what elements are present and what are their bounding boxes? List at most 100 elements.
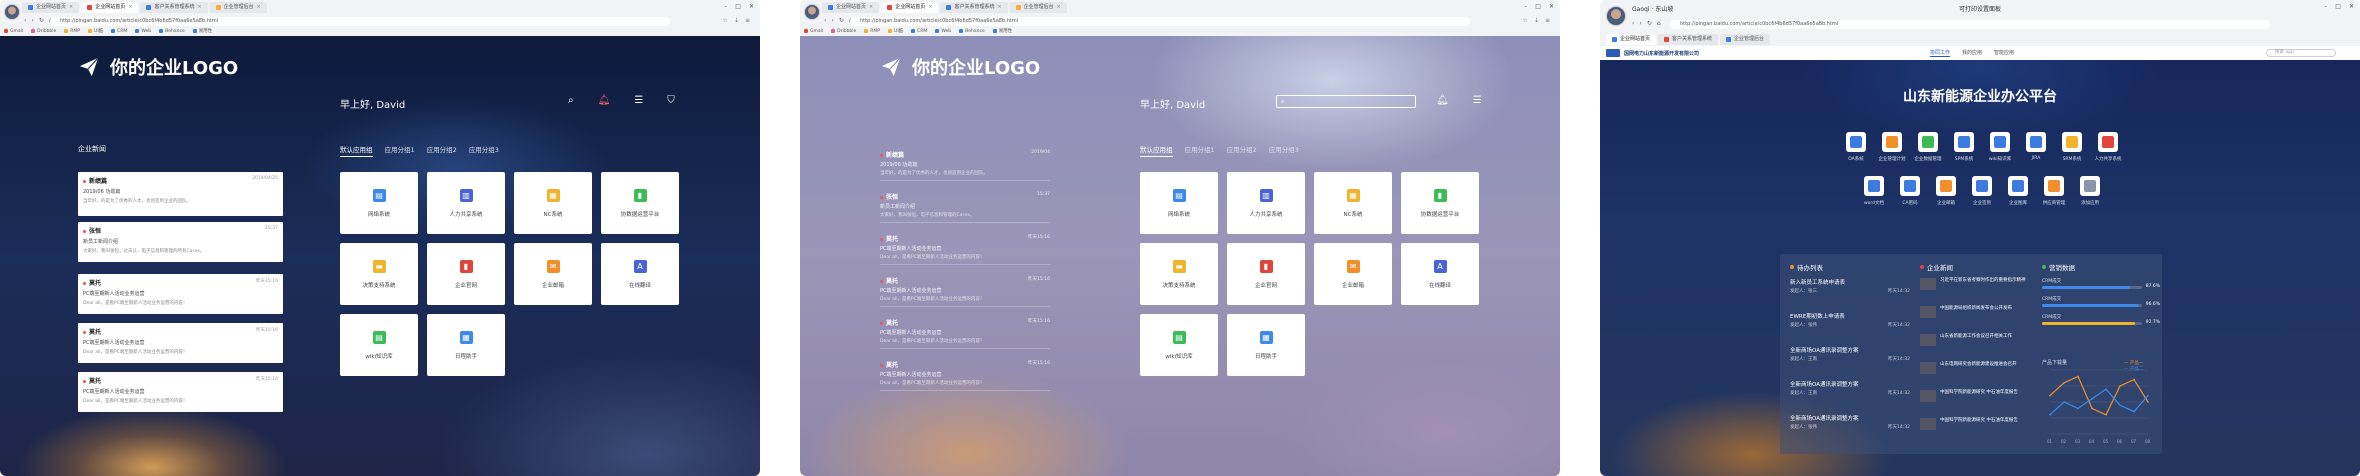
portal-app[interactable]: 企业图库 <box>1998 176 2038 206</box>
back-icon[interactable]: ‹ <box>24 17 26 24</box>
tab-close-icon[interactable]: × <box>997 2 1001 13</box>
close-icon[interactable]: ✕ <box>749 3 754 10</box>
bookmark-item[interactable]: Gmail <box>804 28 823 34</box>
maximize-icon[interactable]: □ <box>2335 3 2341 10</box>
bookmark-item[interactable]: Dribbble <box>831 28 856 34</box>
app-tile[interactable]: ▥ 人力共享系统 <box>427 172 505 234</box>
tab-close-icon[interactable]: × <box>69 2 73 13</box>
browser-tab[interactable]: 企业网站首页 × <box>822 2 880 13</box>
home-icon[interactable]: ⌂ <box>1657 20 1661 27</box>
portal-app[interactable]: 添加应用 <box>2070 176 2110 206</box>
search-input[interactable]: 搜索 app <box>2266 49 2336 57</box>
app-tile[interactable]: ▦ NC系统 <box>1314 172 1392 234</box>
shirt-icon[interactable]: ⛉ <box>667 95 675 106</box>
close-icon[interactable]: ✕ <box>2349 3 2354 10</box>
bookmark-item[interactable]: RMP <box>864 28 880 34</box>
portal-app[interactable]: SRM系统 <box>2052 132 2092 162</box>
back-icon[interactable]: ‹ <box>1632 20 1634 27</box>
browser-tab[interactable]: 客户关系管理系统 × <box>140 2 208 13</box>
bell-icon[interactable]: 🔔︎ <box>1436 95 1449 106</box>
news-item[interactable]: 中国科学院新能源研究 中石油年度报告 <box>1920 390 2030 402</box>
app-tile[interactable]: ▮ 协数据运营平台 <box>1401 172 1479 234</box>
news-item[interactable]: 中国科学院新能源研究 中石油年度报告 <box>1920 418 2030 430</box>
portal-app[interactable]: wiki知识库 <box>1980 132 2020 162</box>
menu-icon[interactable]: ≡ <box>745 17 750 24</box>
news-item[interactable]: 山东省新能源工作会议召开相关工作 <box>1920 334 2030 346</box>
search-icon[interactable]: ⌕ <box>568 95 574 106</box>
todo-item[interactable]: EWRE期初数上申请表 发起人：张伟 昨天14:32 <box>1790 312 1910 328</box>
app-tile[interactable]: A 在线翻译 <box>601 243 679 305</box>
news-item[interactable]: 莫托 昨天15:16 PC端至期新人活动业务运营 Dear all，是看PC端至期新人… <box>880 360 1050 391</box>
news-card[interactable]: 张恒 15:37 新员工新闻介绍 大家好，我叫张恒，过去认，电子信息和管理的所有Cas… <box>78 222 283 262</box>
app-group-tab[interactable]: 默认应用组 <box>1140 144 1173 157</box>
forward-icon[interactable]: › <box>1639 20 1641 27</box>
app-tile[interactable]: ▦ 日程助手 <box>1227 314 1305 376</box>
tab-close-icon[interactable]: × <box>1057 2 1061 13</box>
browser-tab[interactable]: 企业管理后台 × <box>1009 2 1067 13</box>
app-group-tab[interactable]: 应用分组2 <box>427 144 457 157</box>
download-icon[interactable]: ↓ <box>1534 17 1539 24</box>
portal-app[interactable]: 人力共享系统 <box>2088 132 2128 162</box>
menu-icon[interactable]: ≡ <box>1545 17 1550 24</box>
avatar[interactable] <box>4 4 20 20</box>
bookmark-item[interactable]: Gmail <box>4 28 23 34</box>
browser-tab[interactable]: 客户关系管理系统 <box>1658 34 1719 45</box>
bookmark-item[interactable]: UI酷 <box>888 28 903 34</box>
news-item[interactable]: 中国能源局组织新闻发布会公开发布 <box>1920 306 2030 318</box>
app-group-tab[interactable]: 应用分组3 <box>1269 144 1299 157</box>
bookmark-item[interactable]: Web <box>935 28 951 34</box>
tab-close-icon[interactable]: × <box>197 2 201 13</box>
app-tile[interactable]: ▮ 协数据运营平台 <box>601 172 679 234</box>
tab-close-icon[interactable]: × <box>128 2 132 13</box>
back-icon[interactable]: ‹ <box>824 17 826 24</box>
forward-icon[interactable]: › <box>831 17 833 24</box>
todo-item[interactable]: 新入新员工系统申请表 发起人：张三 昨天14:32 <box>1790 278 1910 294</box>
tab-close-icon[interactable]: × <box>257 2 261 13</box>
app-group-tab[interactable]: 应用分组1 <box>1185 144 1215 157</box>
top-nav-item[interactable]: 协同工作 <box>1930 49 1951 57</box>
app-tile[interactable]: ✉ 企业邮箱 <box>514 243 592 305</box>
portal-app[interactable]: word文档 <box>1854 176 1894 206</box>
browser-tab[interactable]: 企业网站首页 <box>1606 34 1657 45</box>
top-nav-item[interactable]: 智能应用 <box>1994 49 2014 57</box>
tab-close-icon[interactable]: × <box>869 2 873 13</box>
app-group-tab[interactable]: 应用分组2 <box>1227 144 1257 157</box>
tab-close-icon[interactable]: × <box>928 2 932 13</box>
portal-app[interactable]: SPM系统 <box>1944 132 1984 162</box>
star-icon[interactable]: ☆ <box>1523 17 1528 24</box>
app-tile[interactable]: ✉ 企业邮箱 <box>1314 243 1392 305</box>
browser-tab[interactable]: 企业管理后台 × <box>209 2 267 13</box>
search-input[interactable]: ⌕ <box>1276 95 1416 108</box>
download-icon[interactable]: ↓ <box>734 17 739 24</box>
maximize-icon[interactable]: □ <box>735 3 741 10</box>
news-item[interactable]: 张恒 15:37 新员工新闻介绍 大家好，我叫张恒，电子信息和管理的Cases。 <box>880 192 1050 223</box>
news-card[interactable]: 莫托 昨天15:16 PC端至期新人活动业务运营 Dear all，是看PC端至期新人… <box>78 323 283 363</box>
bookmark-item[interactable]: 易用性 <box>192 28 212 34</box>
bookmark-item[interactable]: Web <box>135 28 151 34</box>
portal-app[interactable]: 供应商管理 <box>2034 176 2074 206</box>
portal-app[interactable]: 企业管理计划 <box>1872 132 1912 162</box>
minimize-icon[interactable]: – <box>724 3 727 10</box>
bookmark-item[interactable]: CRM <box>111 28 127 34</box>
app-tile[interactable]: ▥ 人力共享系统 <box>1227 172 1305 234</box>
bookmark-item[interactable]: Behance <box>959 28 985 34</box>
browser-tab[interactable]: 企业管理后台 <box>1720 34 1771 45</box>
app-tile[interactable]: ▬ 决策支持系统 <box>1140 243 1218 305</box>
portal-app[interactable]: CA密码 <box>1890 176 1930 206</box>
app-group-tab[interactable]: 应用分组3 <box>469 144 499 157</box>
reload-icon[interactable]: ↻ <box>39 17 44 24</box>
bookmark-item[interactable]: RMP <box>64 28 80 34</box>
address-bar[interactable]: http://pingan.baidu.com/article/c0bc6f4b… <box>850 17 1470 26</box>
reload-icon[interactable]: ↻ <box>839 17 844 24</box>
app-tile[interactable]: ▤ wiki知识库 <box>340 314 418 376</box>
todo-item[interactable]: 全新商场OA通讯录调整方案 发起人：张伟 昨天14:32 <box>1790 414 1910 430</box>
portal-app[interactable]: 企业数据管理 <box>1908 132 1948 162</box>
app-tile[interactable]: ▤ 网络系统 <box>1140 172 1218 234</box>
app-tile[interactable]: ▦ NC系统 <box>514 172 592 234</box>
maximize-icon[interactable]: □ <box>1535 3 1541 10</box>
news-card[interactable]: 新绩篇 2019/04/25 2019/06 功勋篇 当年好，的是为了优秀的人才，也创… <box>78 172 283 216</box>
address-bar[interactable]: http://pingan.baidu.com/article/c0bc6f4b… <box>50 17 670 26</box>
bookmark-item[interactable]: Dribbble <box>31 28 56 34</box>
news-item[interactable]: 莫托 昨天15:16 PC端至期新人活动业务运营 Dear all，是看PC端至期新人… <box>880 234 1050 265</box>
app-tile[interactable]: ▤ wiki知识库 <box>1140 314 1218 376</box>
